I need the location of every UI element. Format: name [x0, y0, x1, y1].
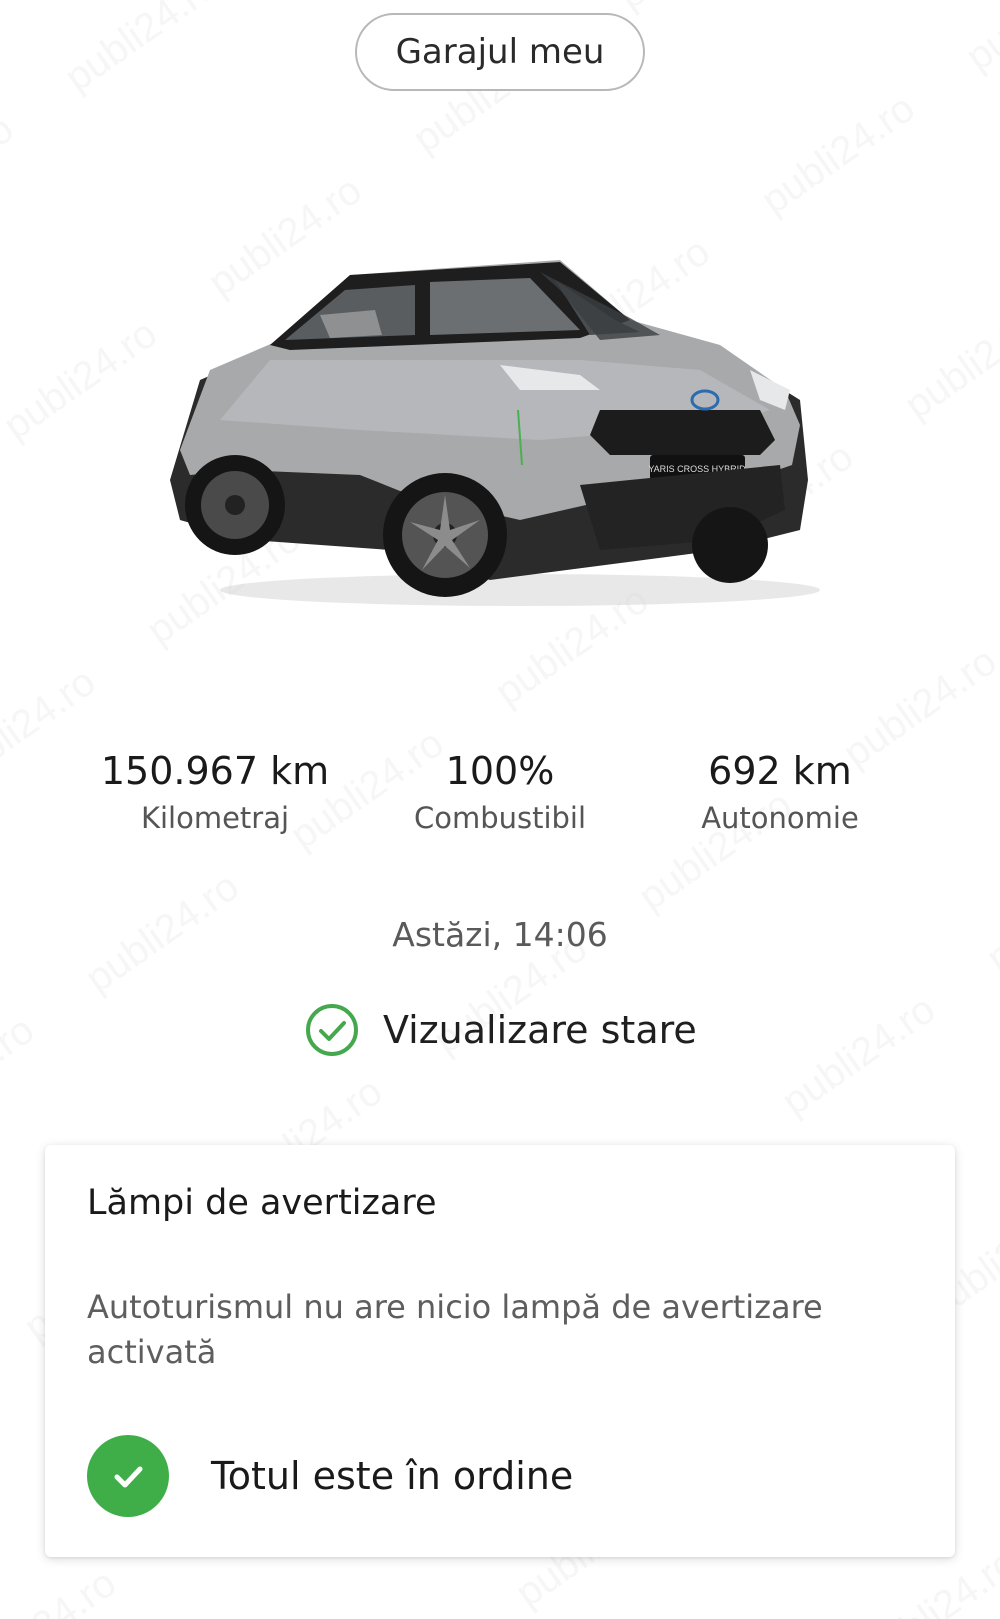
status-ok-row: Totul este în ordine: [87, 1435, 573, 1517]
stat-value: 150.967 km: [100, 749, 330, 793]
view-status-link[interactable]: Vizualizare stare: [305, 1000, 697, 1060]
vehicle-stats: 150.967 km Kilometraj 100% Combustibil 6…: [0, 745, 1000, 855]
car-illustration: YARIS CROSS HYBRID: [170, 260, 820, 606]
garage-button[interactable]: Garajul meu: [355, 13, 645, 91]
check-circle-filled-icon: [87, 1435, 169, 1517]
vehicle-image: YARIS CROSS HYBRID: [160, 250, 840, 620]
stat-label: Combustibil: [413, 801, 587, 835]
warning-card-description: Autoturismul nu are nicio lampă de avert…: [87, 1288, 823, 1371]
view-status-label: Vizualizare stare: [383, 1008, 697, 1052]
stat-range: 692 km Autonomie: [640, 745, 920, 835]
check-circle-outline-icon: [306, 1004, 358, 1056]
stat-value: 692 km: [708, 749, 852, 793]
last-update-timestamp: Astăzi, 14:06: [392, 915, 608, 954]
warning-card-title: Lămpi de avertizare: [87, 1183, 437, 1223]
stat-fuel: 100% Combustibil: [360, 745, 640, 835]
stat-label: Autonomie: [701, 801, 859, 835]
stat-label: Kilometraj: [140, 801, 290, 835]
garage-button-label: Garajul meu: [395, 32, 605, 72]
stat-mileage: 150.967 km Kilometraj: [75, 745, 355, 835]
status-ok-text: Totul este în ordine: [211, 1454, 574, 1498]
warning-lights-card: Lămpi de avertizare Autoturismul nu are …: [45, 1145, 955, 1557]
stat-value: 100%: [445, 749, 555, 793]
